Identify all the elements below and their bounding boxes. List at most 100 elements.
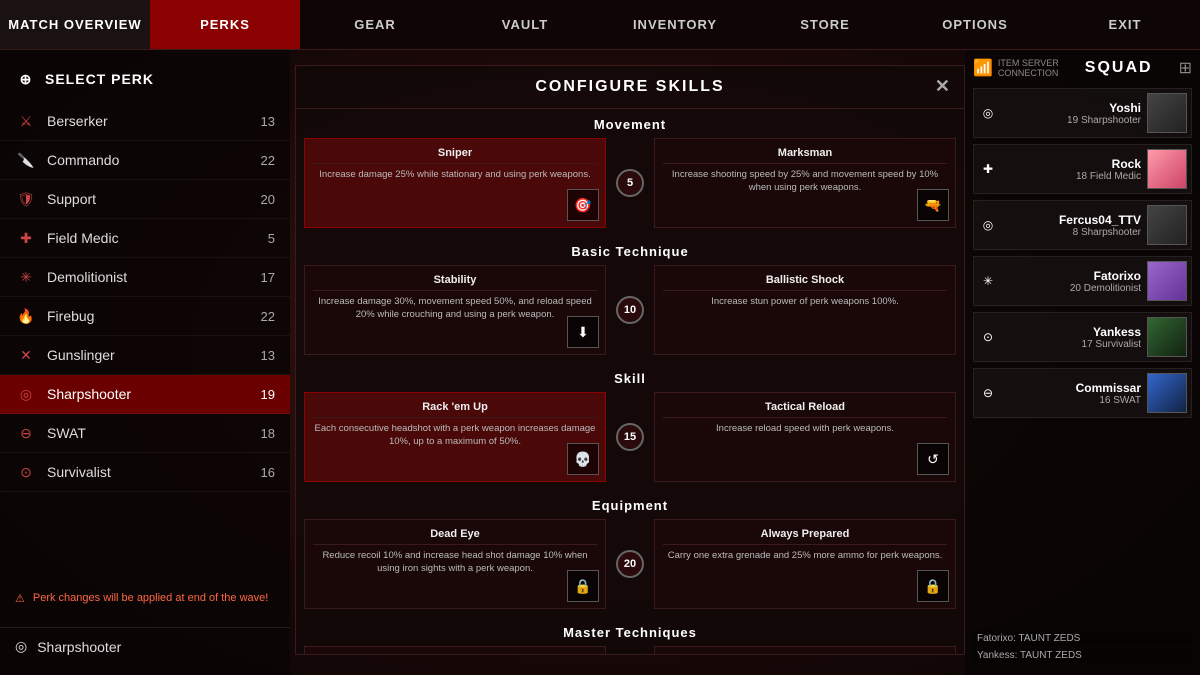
member-rock-info: Rock 18 Field Medic [1002,157,1147,182]
perk-sharpshooter-level: 19 [255,387,275,402]
skill-stability-icon: ⬇ [567,316,599,348]
perk-firebug-name: Firebug [47,308,255,324]
squad-member-yankess[interactable]: ⊙ Yankess 17 Survivalist [973,312,1192,362]
sharpshooter-icon: ◎ [15,383,37,405]
skill-rack-em-up-icon: 💀 [567,443,599,475]
perk-demolitionist-name: Demolitionist [47,269,255,285]
skill-cost-equipment: 20 [612,519,648,609]
skill-dead-eye[interactable]: Dead Eye Reduce recoil 10% and increase … [304,519,606,609]
berserker-icon: ⚔ [15,110,37,132]
skill-always-prepared[interactable]: Always Prepared Carry one extra grenade … [654,519,956,609]
firebug-icon: 🔥 [15,305,37,327]
chat-line-0: Fatorixo: TAUNT ZEDS [973,631,1192,646]
member-yankess-avatar [1147,317,1187,357]
perk-swat[interactable]: ⊖ SWAT 18 [0,414,290,453]
perk-gunslinger-level: 13 [255,348,275,363]
nav-inventory[interactable]: INVENTORY [600,0,750,49]
skills-panel-title: CONFIGURE SKILLS [535,78,724,95]
perk-berserker[interactable]: ⚔ Berserker 13 [0,102,290,141]
member-fatorixo-name: Fatorixo [1002,269,1141,283]
skill-ballistic-shock[interactable]: Ballistic Shock Increase stun power of p… [654,265,956,355]
skill-stability-desc: Increase damage 30%, movement speed 50%,… [313,295,597,322]
server-connection-label: CONNECTION [998,68,1059,78]
perk-firebug[interactable]: 🔥 Firebug 22 [0,297,290,336]
squad-member-fatorixo[interactable]: ✳ Fatorixo 20 Demolitionist [973,256,1192,306]
skill-stability[interactable]: Stability Increase damage 30%, movement … [304,265,606,355]
member-yankess-perk-icon: ⊙ [978,327,998,347]
section-master-techniques-title: Master Techniques [296,617,964,646]
skill-tactical-reload-title: Tactical Reload [663,401,947,418]
perk-field-medic-name: Field Medic [47,230,255,246]
skills-panel-header: CONFIGURE SKILLS ✕ [296,66,964,109]
member-commissar-name: Commissar [1002,381,1141,395]
perk-survivalist-level: 16 [255,465,275,480]
skill-marksman-icon: 🔫 [917,189,949,221]
perk-demolitionist-level: 17 [255,270,275,285]
member-commissar-info: Commissar 16 SWAT [1002,381,1147,406]
perk-support[interactable]: 🛡 Support 20 [0,180,290,219]
squad-member-commissar[interactable]: ⊖ Commissar 16 SWAT [973,368,1192,418]
skill-cost-skill: 15 [612,392,648,482]
member-yoshi-name: Yoshi [1002,101,1141,115]
skill-marksman[interactable]: Marksman Increase shooting speed by 25% … [654,138,956,228]
member-yoshi-perk-icon: ◎ [978,103,998,123]
squad-member-yoshi[interactable]: ◎ Yoshi 19 Sharpshooter [973,88,1192,138]
chat-line-1: Yankess: TAUNT ZEDS [973,648,1192,663]
nav-exit[interactable]: EXIT [1050,0,1200,49]
member-yoshi-info: Yoshi 19 Sharpshooter [1002,101,1147,126]
skill-always-prepared-title: Always Prepared [663,528,947,545]
perk-gunslinger-name: Gunslinger [47,347,255,363]
server-status: 📶 ITEM SERVER CONNECTION [973,58,1059,78]
swat-icon: ⊖ [15,422,37,444]
nav-options[interactable]: OPTIONS [900,0,1050,49]
section-movement-title: Movement [296,109,964,138]
skill-tactical-reload-icon: ↺ [917,443,949,475]
nav-store[interactable]: STORE [750,0,900,49]
squad-member-fercus[interactable]: ◎ Fercus04_TTV 8 Sharpshooter [973,200,1192,250]
perk-commando[interactable]: 🔪 Commando 22 [0,141,290,180]
member-yankess-info: Yankess 17 Survivalist [1002,325,1147,350]
member-commissar-perk-icon: ⊖ [978,383,998,403]
nav-match-overview[interactable]: MATCH OVERVIEW [0,0,150,49]
perk-survivalist-name: Survivalist [47,464,255,480]
skill-rack-em-up-desc: Each consecutive headshot with a perk we… [313,422,597,449]
perk-survivalist[interactable]: ⊙ Survivalist 16 [0,453,290,492]
perk-swat-name: SWAT [47,425,255,441]
member-commissar-avatar [1147,373,1187,413]
skill-zed-time-ranger[interactable]: ZED TIME - Ranger Any head shots with pe… [654,646,956,655]
skills-close-button[interactable]: ✕ [935,76,952,97]
nav-perks[interactable]: PERKS [150,0,300,49]
member-yoshi-perk: 19 Sharpshooter [1002,115,1141,126]
skill-ballistic-shock-desc: Increase stun power of perk weapons 100%… [663,295,947,308]
squad-header: 📶 ITEM SERVER CONNECTION SQUAD ⊞ [973,58,1192,78]
perk-berserker-level: 13 [255,114,275,129]
skill-stability-title: Stability [313,274,597,291]
member-yankess-perk: 17 Survivalist [1002,339,1141,350]
skill-rack-em-up[interactable]: Rack 'em Up Each consecutive headshot wi… [304,392,606,482]
perk-demolitionist[interactable]: ✳ Demolitionist 17 [0,258,290,297]
member-fercus-perk-icon: ◎ [978,215,998,235]
skill-sniper[interactable]: Sniper Increase damage 25% while station… [304,138,606,228]
skill-cost-movement-num: 5 [616,169,644,197]
skill-marksman-title: Marksman [663,147,947,164]
member-yankess-name: Yankess [1002,325,1141,339]
equipment-skill-row: Dead Eye Reduce recoil 10% and increase … [304,519,956,609]
footer-icon: ◎ [15,638,27,655]
perk-gunslinger[interactable]: ✕ Gunslinger 13 [0,336,290,375]
skill-dead-eye-icon: 🔒 [567,570,599,602]
skill-cost-basic-num: 10 [616,296,644,324]
member-rock-perk-icon: ✚ [978,159,998,179]
perk-field-medic[interactable]: ✚ Field Medic 5 [0,219,290,258]
nav-gear[interactable]: GEAR [300,0,450,49]
warning-icon: ⚠ [15,592,25,605]
squad-member-rock[interactable]: ✚ Rock 18 Field Medic [973,144,1192,194]
perk-sharpshooter[interactable]: ◎ Sharpshooter 19 [0,375,290,414]
squad-panel: 📶 ITEM SERVER CONNECTION SQUAD ⊞ ◎ Yoshi… [965,50,1200,675]
member-fatorixo-perk-icon: ✳ [978,271,998,291]
skill-zed-time-assassin[interactable]: ZED TIME - Assassin Any head shots with … [304,646,606,655]
skill-cost-basic: 10 [612,265,648,355]
skill-tactical-reload[interactable]: Tactical Reload Increase reload speed wi… [654,392,956,482]
perk-field-medic-level: 5 [255,231,275,246]
nav-vault[interactable]: VAULT [450,0,600,49]
server-status-label: ITEM SERVER [998,58,1059,68]
